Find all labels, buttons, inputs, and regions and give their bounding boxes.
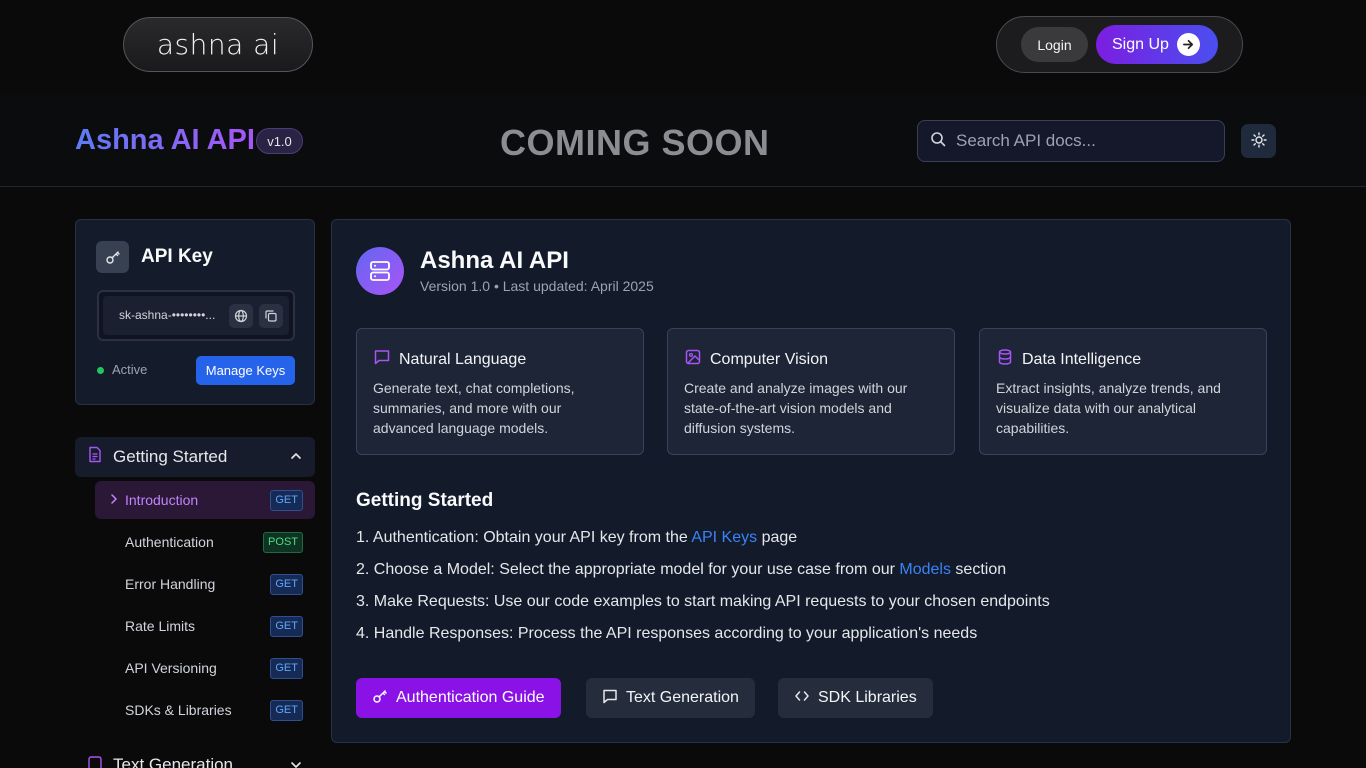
api-title: Ashna AI API [420, 247, 569, 274]
api-key-title: API Key [141, 246, 213, 267]
method-badge: GET [270, 573, 303, 595]
method-badge: POST [263, 531, 303, 553]
status-dot [97, 367, 104, 374]
button-label: SDK Libraries [818, 689, 917, 706]
sidebar-section-getting-started[interactable]: Getting Started [75, 437, 315, 477]
authentication-guide-button[interactable]: Authentication Guide [356, 678, 561, 718]
search-box[interactable] [917, 120, 1225, 162]
chat-icon [602, 688, 618, 709]
sidebar-item-label: Rate Limits [125, 618, 196, 634]
sidebar-item-sdks-libraries[interactable]: SDKs & Libraries GET [95, 691, 315, 729]
feature-description: Extract insights, analyze trends, and vi… [996, 380, 1221, 436]
step-text: page [757, 529, 798, 546]
sidebar-item-api-versioning[interactable]: API Versioning GET [95, 649, 315, 687]
step-1: 1. Authentication: Obtain your API key f… [356, 529, 797, 547]
sidebar-section-text-generation[interactable]: Text Generation [75, 750, 315, 768]
feature-card-data-intelligence: Data Intelligence Extract insights, anal… [979, 328, 1267, 455]
api-keys-link[interactable]: API Keys [691, 529, 757, 546]
sidebar-item-label: Authentication [125, 534, 214, 550]
getting-started-title: Getting Started [356, 490, 494, 511]
method-badge: GET [270, 699, 303, 721]
code-icon [794, 688, 810, 709]
method-badge: GET [270, 489, 303, 511]
auth-bar: Login Sign Up [996, 16, 1243, 73]
text-generation-button[interactable]: Text Generation [586, 678, 755, 718]
chat-icon [87, 755, 103, 768]
sidebar-item-label: Introduction [125, 492, 199, 508]
sidebar-item-rate-limits[interactable]: Rate Limits GET [95, 607, 315, 645]
feature-card-natural-language: Natural Language Generate text, chat com… [356, 328, 644, 455]
api-key-value: sk-ashna-••••••••... [119, 308, 216, 322]
chat-icon [373, 348, 391, 371]
step-text: 1. Authentication: Obtain your API key f… [356, 529, 692, 546]
sdk-libraries-button[interactable]: SDK Libraries [778, 678, 933, 718]
sidebar-section-label: Getting Started [113, 447, 228, 466]
coming-soon-banner: COMING SOON [500, 122, 770, 163]
key-icon [96, 241, 129, 273]
globe-icon[interactable] [229, 304, 253, 328]
document-icon [87, 446, 103, 468]
logo[interactable]: ashna ai [123, 17, 313, 72]
search-input[interactable] [956, 131, 1206, 151]
feature-title: Data Intelligence [1022, 350, 1142, 368]
server-icon [356, 247, 404, 295]
chevron-right-icon [109, 492, 119, 511]
step-text: section [950, 561, 1007, 578]
step-text: 4. Handle Responses: Process the API res… [356, 625, 978, 642]
button-label: Authentication Guide [396, 689, 545, 706]
feature-card-computer-vision: Computer Vision Create and analyze image… [667, 328, 955, 455]
logo-text: ashna ai [156, 28, 280, 61]
copy-icon[interactable] [259, 304, 283, 328]
status-text: Active [112, 362, 148, 377]
sidebar-item-authentication[interactable]: Authentication POST [95, 523, 315, 561]
sun-icon [1250, 131, 1267, 151]
step-3: 3. Make Requests: Use our code examples … [356, 593, 1050, 611]
feature-title: Computer Vision [710, 350, 828, 368]
chevron-up-icon [289, 449, 303, 468]
step-2: 2. Choose a Model: Select the appropriat… [356, 561, 1006, 579]
sidebar-section-label: Text Generation [113, 755, 234, 768]
arrow-right-icon [1176, 33, 1200, 56]
signup-button[interactable]: Sign Up [1096, 25, 1218, 64]
feature-description: Generate text, chat completions, summari… [373, 380, 575, 436]
step-text: 2. Choose a Model: Select the appropriat… [356, 561, 900, 578]
manage-keys-button[interactable]: Manage Keys [196, 356, 295, 385]
sidebar-item-label: SDKs & Libraries [125, 702, 232, 718]
feature-description: Create and analyze images with our state… [684, 380, 908, 436]
key-icon [372, 688, 388, 709]
version-badge: v1.0 [256, 128, 303, 154]
main-content-card: Ashna AI API Version 1.0 • Last updated:… [331, 219, 1291, 743]
api-key-field: sk-ashna-••••••••... [97, 290, 295, 341]
step-text: 3. Make Requests: Use our code examples … [356, 593, 1050, 610]
method-badge: GET [270, 615, 303, 637]
signup-label: Sign Up [1112, 35, 1169, 53]
search-icon [930, 131, 946, 152]
feature-title: Natural Language [399, 350, 527, 368]
database-icon [996, 348, 1014, 371]
sidebar-item-label: Error Handling [125, 576, 216, 592]
image-icon [684, 348, 702, 371]
chevron-down-icon [289, 758, 303, 768]
method-badge: GET [270, 657, 303, 679]
models-link[interactable]: Models [899, 561, 951, 578]
sidebar-item-label: API Versioning [125, 660, 217, 676]
login-button[interactable]: Login [1021, 27, 1088, 62]
step-4: 4. Handle Responses: Process the API res… [356, 625, 977, 643]
api-subtitle: Version 1.0 • Last updated: April 2025 [420, 278, 654, 294]
button-label: Text Generation [626, 689, 739, 706]
sidebar-item-introduction[interactable]: Introduction GET [95, 481, 315, 519]
api-key-card: API Key sk-ashna-••••••••... Active Mana… [75, 219, 315, 405]
theme-toggle-button[interactable] [1241, 124, 1276, 158]
sidebar-item-error-handling[interactable]: Error Handling GET [95, 565, 315, 603]
page-title: Ashna AI API [75, 124, 255, 156]
